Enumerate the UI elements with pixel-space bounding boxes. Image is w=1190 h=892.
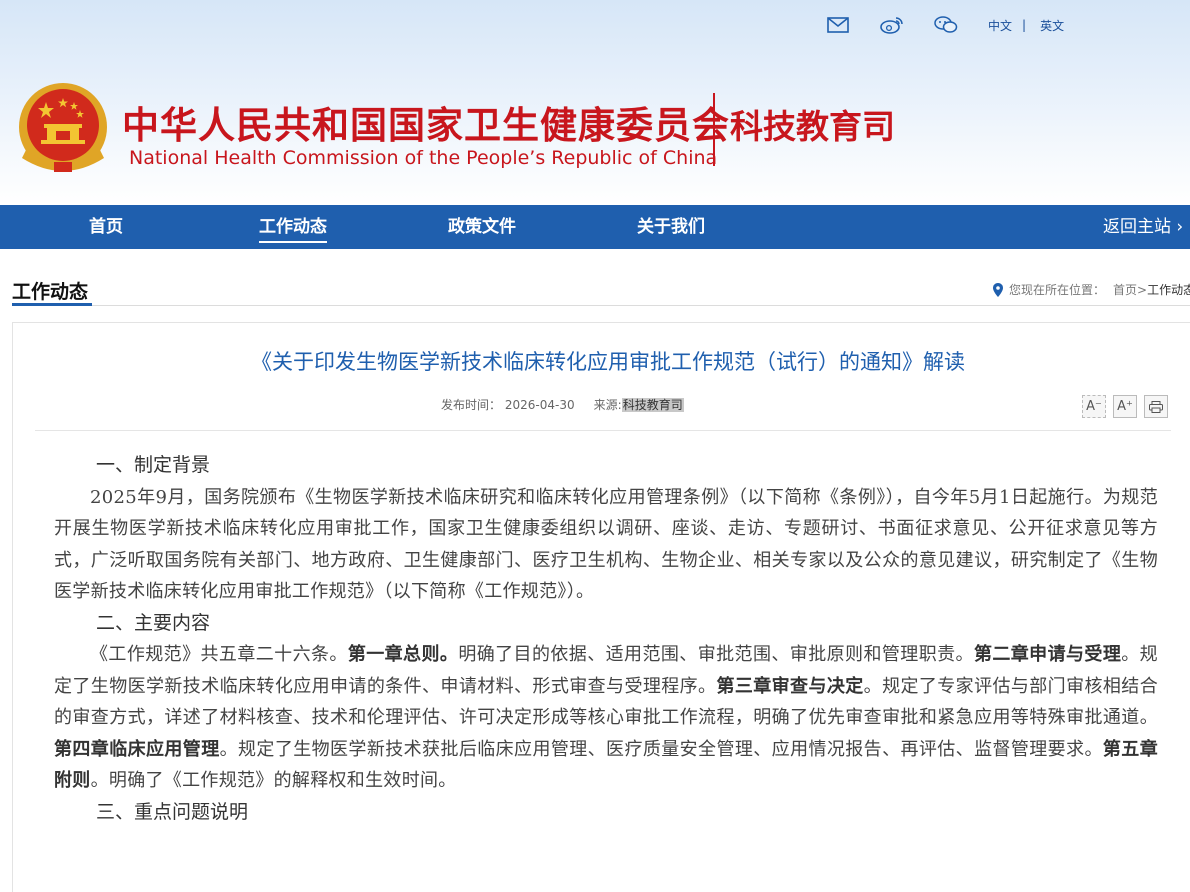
section-title: 工作动态 <box>12 281 89 303</box>
breadcrumb-label: 您现在所在位置： <box>1009 283 1106 297</box>
paragraph-text: 。规定了生物医学新技术获批后临床应用管理、医疗质量安全管理、应用情况报告、再评估… <box>219 738 1103 760</box>
publish-date-label: 发布时间： <box>441 398 502 412</box>
location-pin-icon <box>993 282 1003 297</box>
paragraph-text: 。明确了《工作规范》的解释权和生效时间。 <box>90 770 457 791</box>
font-tools: A⁻ A⁺ <box>1082 395 1175 418</box>
chevron-right-icon: › <box>1176 217 1184 237</box>
article-title: 《关于印发生物医学新技术临床转化应用审批工作规范（试行）的通知》解读 <box>251 350 965 374</box>
nav-item-policy-docs[interactable]: 政策文件 <box>448 205 516 249</box>
breadcrumb-home-link[interactable]: 首页 <box>1113 281 1137 298</box>
section-divider <box>12 305 1190 306</box>
article-heading: 一、制定背景 <box>96 454 211 476</box>
font-increase-button[interactable]: A⁺ <box>1113 395 1137 418</box>
department-title: 科技教育司 <box>730 107 895 146</box>
mail-icon[interactable] <box>826 14 850 36</box>
nav-item-work-news[interactable]: 工作动态 <box>259 205 327 249</box>
title-divider <box>713 93 715 166</box>
print-button[interactable] <box>1144 395 1168 418</box>
publish-date: 2026-04-30 <box>504 398 575 412</box>
nav-item-about-us[interactable]: 关于我们 <box>637 205 705 249</box>
return-main-site-label: 返回主站 <box>1103 217 1171 237</box>
lang-separator: | <box>1022 18 1027 32</box>
main-nav: 首页 工作动态 政策文件 关于我们 返回主站 › <box>0 205 1190 249</box>
chapter-title: 第四章临床应用管理 <box>54 738 220 760</box>
print-icon <box>1149 400 1163 413</box>
breadcrumb-current: 工作动态 <box>1147 283 1190 297</box>
font-decrease-button[interactable]: A⁻ <box>1082 395 1106 418</box>
lang-cn-link[interactable]: 中文 <box>988 17 1012 34</box>
chapter-title: 第三章审查与决定 <box>716 675 864 697</box>
article-paragraph: 2025年9月，国务院颁布《生物医学新技术临床研究和临床转化应用管理条例》（以下… <box>54 486 1158 603</box>
article-heading: 三、重点问题说明 <box>96 800 249 823</box>
article-heading: 二、主要内容 <box>96 611 211 634</box>
source-label: 来源: <box>593 398 622 412</box>
breadcrumb: 您现在所在位置： 首页 > 工作动态 <box>993 281 1190 298</box>
paragraph-text: 明确了目的依据、适用范围、审批范围、审批原则和管理职责。 <box>458 644 974 665</box>
site-title-cn: 中华人民共和国国家卫生健康委员会 <box>122 104 730 147</box>
site-header: 中文 | 英文 中华人民共和国国家卫生健康委员会 National Health… <box>0 0 1190 205</box>
article-paragraph: 《工作规范》共五章二十六条。第一章总则。明确了目的依据、适用范围、审批范围、审批… <box>54 639 1158 797</box>
article-body: 一、制定背景 2025年9月，国务院颁布《生物医学新技术临床研究和临床转化应用管… <box>54 450 1158 828</box>
national-emblem-logo <box>16 80 110 180</box>
meta-divider <box>35 430 1171 431</box>
chapter-title: 第二章申请与受理 <box>973 644 1122 665</box>
chapter-title: 第一章总则。 <box>347 644 459 665</box>
top-tools: 中文 | 英文 <box>826 14 1064 36</box>
return-main-site-link[interactable]: 返回主站 › <box>1103 205 1183 249</box>
breadcrumb-separator: > <box>1137 282 1148 297</box>
article-meta: 发布时间： 2026-04-30 来源:科技教育司 <box>441 396 684 413</box>
source-value: 科技教育司 <box>621 398 684 412</box>
weibo-icon[interactable] <box>880 14 904 36</box>
paragraph-text: 《工作规范》共五章二十六条。 <box>90 644 348 665</box>
site-title-en: National Health Commission of the People… <box>129 147 718 169</box>
wechat-icon[interactable] <box>934 14 958 36</box>
nav-item-home[interactable]: 首页 <box>89 205 123 249</box>
lang-en-link[interactable]: 英文 <box>1040 17 1064 34</box>
section-title-underline <box>12 303 92 306</box>
